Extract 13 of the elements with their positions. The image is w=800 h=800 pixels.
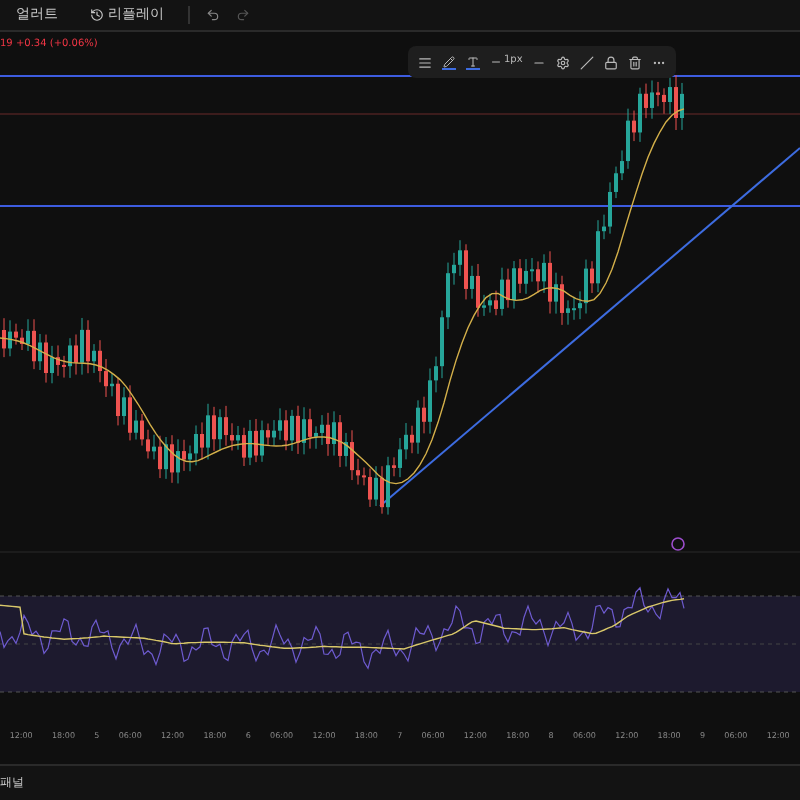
- text-icon[interactable]: [466, 55, 480, 69]
- drag-handle-icon[interactable]: [418, 55, 432, 69]
- settings-icon[interactable]: [556, 55, 571, 69]
- line-tool-icon[interactable]: [580, 55, 595, 69]
- line-icon: [490, 56, 502, 68]
- trash-icon[interactable]: [628, 55, 643, 69]
- trend-line[interactable]: [379, 147, 800, 507]
- pencil-icon[interactable]: [442, 55, 456, 69]
- redo-icon[interactable]: [236, 8, 250, 22]
- history-icon: [90, 8, 104, 22]
- lock-icon[interactable]: [604, 55, 619, 69]
- undo-icon[interactable]: [206, 8, 220, 22]
- event-marker-icon[interactable]: [671, 537, 685, 551]
